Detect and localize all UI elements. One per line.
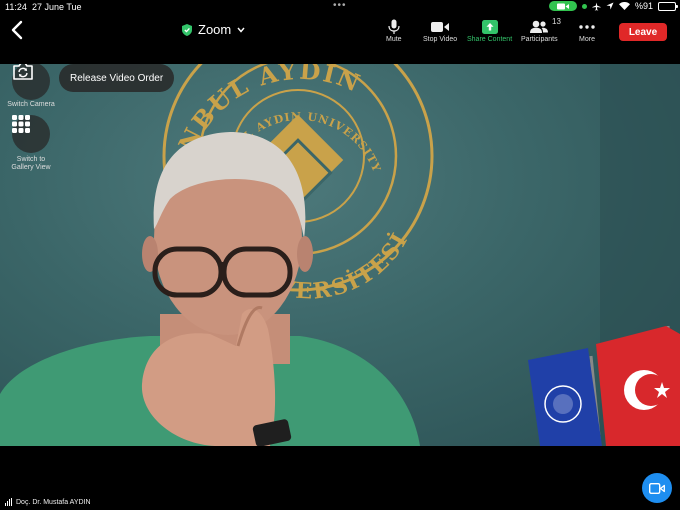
- share-arrow-icon: [481, 20, 498, 34]
- wifi-icon: [618, 2, 630, 10]
- more-dots-icon: [579, 25, 595, 29]
- signal-bars-icon: [5, 498, 12, 506]
- meeting-toolbar: Zoom Mute Stop Video Share Content Parti…: [0, 14, 680, 50]
- video-camera-icon: [649, 482, 665, 494]
- mute-label: Mute: [386, 36, 402, 43]
- location-icon: [606, 2, 614, 10]
- shield-check-icon: [182, 23, 192, 36]
- switch-camera-icon: [13, 64, 33, 80]
- meeting-title-dropdown[interactable]: Zoom: [182, 22, 245, 37]
- self-video-toggle-button[interactable]: [642, 473, 672, 503]
- microphone-icon: [388, 19, 400, 34]
- mic-indicator-icon: [581, 3, 587, 9]
- meeting-title: Zoom: [198, 22, 232, 37]
- gallery-view-label: Switch to Gallery View: [1, 156, 61, 172]
- stop-video-label: Stop Video: [423, 36, 458, 43]
- chevron-down-icon: [237, 27, 245, 33]
- leave-button[interactable]: Leave: [619, 23, 667, 41]
- speaker-name-tag: Doç. Dr. Mustafa AYDIN: [5, 498, 91, 506]
- speaker-name: Doç. Dr. Mustafa AYDIN: [16, 499, 91, 506]
- bottom-bar: Doç. Dr. Mustafa AYDIN: [0, 446, 680, 510]
- stop-video-button[interactable]: Stop Video: [423, 18, 457, 43]
- release-video-order-button[interactable]: Release Video Order: [59, 64, 175, 92]
- battery-icon: [658, 1, 678, 11]
- gallery-label-line1: Switch to: [16, 156, 46, 163]
- active-speaker-video[interactable]: İSTANBUL AYDIN İSTANBUL AYDIN UNIVERSITY…: [0, 64, 680, 446]
- participants-icon: [530, 20, 549, 33]
- back-chevron-icon[interactable]: [10, 20, 24, 40]
- status-date: 27 June Tue: [32, 2, 82, 12]
- more-label: More: [579, 36, 595, 43]
- participants-label: Participants: [521, 36, 558, 43]
- video-camera-icon: [431, 22, 450, 32]
- gallery-grid-icon: [12, 115, 30, 133]
- video-frame: İSTANBUL AYDIN İSTANBUL AYDIN UNIVERSITY…: [0, 64, 680, 446]
- gallery-view-button[interactable]: [12, 115, 50, 153]
- share-content-label: Share Content: [467, 36, 513, 43]
- share-content-button[interactable]: Share Content: [467, 18, 512, 43]
- battery-percent: %91: [634, 1, 653, 11]
- status-bar: 11:24 27 June Tue ••• %91: [0, 0, 680, 14]
- switch-camera-label: Switch Camera: [7, 101, 55, 108]
- multitasking-dots-icon[interactable]: •••: [333, 0, 347, 11]
- airplane-icon: [592, 1, 601, 11]
- mute-button[interactable]: Mute: [386, 18, 402, 43]
- participants-count-badge: 13: [552, 17, 561, 26]
- camera-in-use-icon: [548, 1, 577, 11]
- more-button[interactable]: More: [579, 18, 595, 43]
- gallery-label-line2: Gallery View: [11, 164, 51, 171]
- status-time: 11:24: [5, 2, 27, 12]
